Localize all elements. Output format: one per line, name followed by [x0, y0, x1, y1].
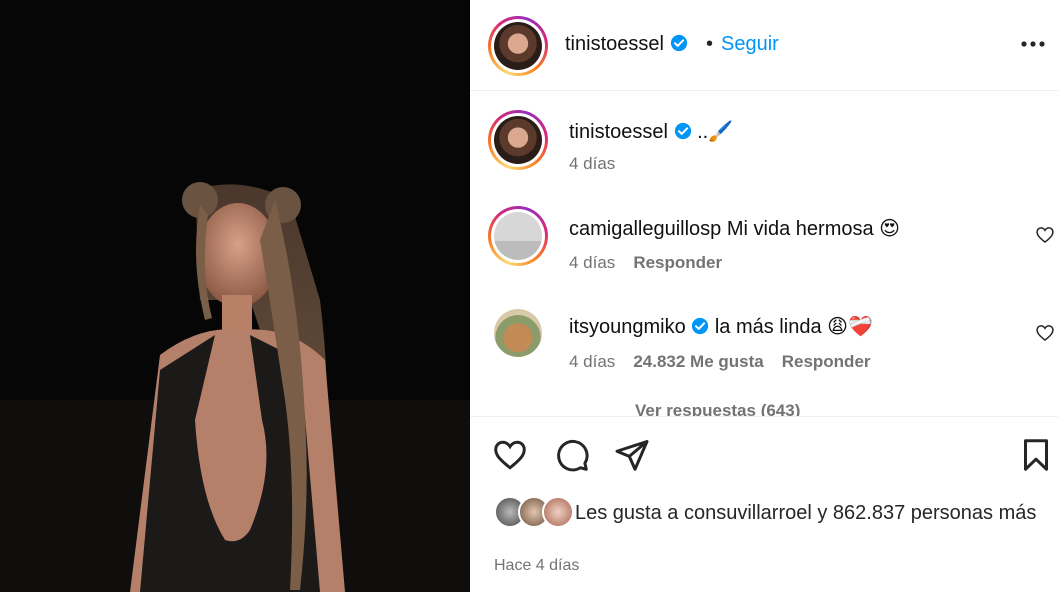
comment-text: la más linda 😩❤️‍🩹 [714, 316, 873, 338]
verified-badge-icon [692, 317, 709, 335]
comment-username[interactable]: camigalleguillosp [569, 218, 721, 240]
commenter-avatar[interactable] [494, 309, 542, 357]
more-horizontal-icon[interactable] [1020, 34, 1046, 54]
verified-badge-icon [670, 34, 687, 52]
caption-username[interactable]: tinistoessel [569, 121, 668, 143]
post-image [0, 0, 470, 592]
view-replies-button[interactable]: Ver respuestas (643) [635, 401, 800, 416]
liker-avatar[interactable] [542, 496, 574, 528]
like-comment-heart-icon[interactable] [1035, 323, 1055, 343]
post-header: tinistoessel • Seguir [470, 0, 1058, 91]
comment-username[interactable]: itsyoungmiko [569, 316, 686, 338]
author-username[interactable]: tinistoessel [565, 33, 688, 56]
comment-time: 4 días [569, 352, 616, 371]
author-avatar[interactable] [488, 16, 548, 76]
like-comment-heart-icon[interactable] [1035, 225, 1055, 245]
follow-button[interactable]: Seguir [721, 33, 779, 56]
verified-badge-icon [674, 122, 691, 140]
caption-time: 4 días [569, 154, 616, 173]
post-time: Hace 4 días [494, 557, 580, 574]
comment-bubble-icon[interactable] [554, 437, 590, 473]
post-photo[interactable] [0, 0, 470, 592]
header-separator: • [706, 33, 714, 55]
caption-text: ..🖌️ [697, 121, 734, 143]
post-actions: Les gusta a consuvillarroel y 862.837 pe… [470, 416, 1058, 589]
share-paper-plane-icon[interactable] [614, 437, 650, 473]
reply-button[interactable]: Responder [782, 352, 871, 371]
comment-text: Mi vida hermosa 😍 [726, 218, 900, 240]
reply-button[interactable]: Responder [633, 253, 722, 272]
caption-avatar[interactable] [488, 110, 548, 170]
comments-list[interactable]: tinistoessel ..🖌️ 4 días camigalleguillo… [470, 91, 1058, 416]
commenter-avatar[interactable] [488, 206, 548, 266]
comment-likes[interactable]: 24.832 Me gusta [633, 352, 763, 371]
comment-time: 4 días [569, 253, 616, 272]
likes-text[interactable]: Les gusta a consuvillarroel y 862.837 pe… [575, 500, 1045, 527]
like-heart-icon[interactable] [492, 437, 528, 473]
save-bookmark-icon[interactable] [1018, 437, 1054, 473]
post-side-panel: tinistoessel • Seguir tinistoessel ..🖌️ … [470, 0, 1058, 592]
